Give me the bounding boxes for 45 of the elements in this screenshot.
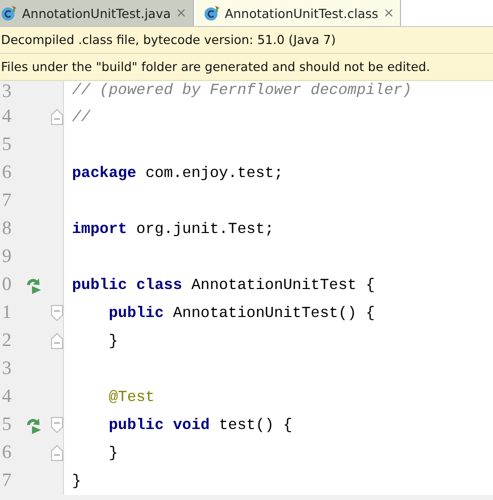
- code-text: public void: [108, 416, 210, 434]
- close-button[interactable]: ×: [383, 6, 394, 20]
- run-icon[interactable]: [24, 276, 42, 294]
- run-icon[interactable]: [24, 416, 42, 434]
- code-text: AnnotationUnitTest() {: [172, 304, 375, 322]
- code-text: package: [72, 164, 136, 182]
- line-number: 7: [1, 470, 12, 492]
- fold-icon[interactable]: [51, 445, 63, 461]
- code-text: public: [108, 304, 164, 322]
- line-number: 1: [1, 302, 12, 324]
- line-number: 0: [1, 274, 12, 296]
- line-number: 8: [1, 218, 12, 240]
- fold-icon[interactable]: [51, 109, 63, 125]
- code-text: // (powered by Fernflower decompiler): [72, 81, 412, 99]
- line-number: 2: [1, 330, 12, 352]
- file-tab[interactable]: AnnotationUnitTest.class ×: [196, 0, 402, 26]
- banner-text: Files under the "build" folder are generated and should not be edited.: [1, 60, 430, 74]
- code-text: @Test: [108, 388, 155, 406]
- code-text: com.enjoy.test;: [144, 164, 284, 182]
- class-file-icon: [204, 5, 220, 21]
- fold-icon[interactable]: [51, 305, 63, 321]
- line-number: 3: [1, 358, 12, 380]
- line-number: 4: [1, 386, 12, 408]
- code-text: }: [108, 444, 118, 462]
- line-number: 7: [1, 190, 12, 212]
- code-text: org.junit.Test;: [135, 220, 274, 238]
- line-number: 5: [1, 414, 12, 436]
- line-number: 6: [1, 162, 12, 184]
- line-number: 4: [1, 106, 12, 128]
- code-text: import: [72, 220, 128, 238]
- line-number: 3: [1, 81, 12, 103]
- fold-icon[interactable]: [51, 333, 63, 349]
- fold-icon[interactable]: [51, 417, 63, 433]
- code-text: test() {: [218, 416, 292, 434]
- code-text: //: [72, 108, 90, 126]
- class-file-icon: [1, 5, 17, 21]
- line-number: 6: [1, 442, 12, 464]
- file-tab[interactable]: AnnotationUnitTest.java ×: [0, 0, 194, 26]
- code-text: }: [72, 472, 82, 490]
- line-number: 9: [1, 246, 12, 268]
- code-text: }: [108, 332, 118, 350]
- banner-text: Decompiled .class file, bytecode version: 51.0 (Java 7): [1, 33, 336, 47]
- code-text: public class: [72, 276, 182, 294]
- line-number: 5: [1, 134, 12, 156]
- code-text: AnnotationUnitTest {: [190, 276, 375, 294]
